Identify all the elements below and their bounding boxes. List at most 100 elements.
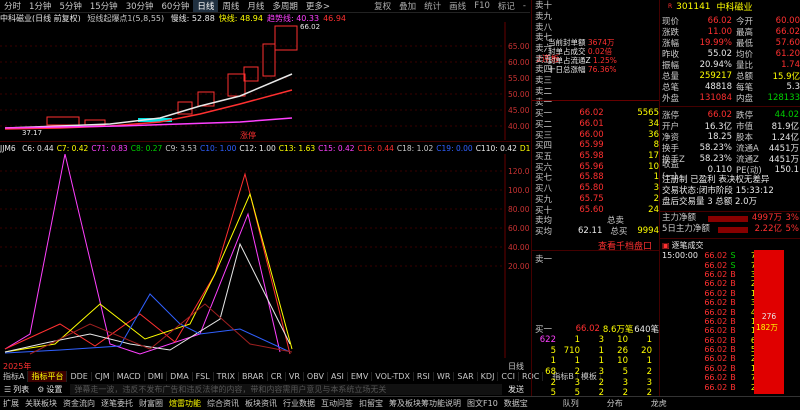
- indicator-chart[interactable]: 120.00 100.00 80.00 60.00 40.00 20.00: [0, 154, 530, 358]
- toolbar-action[interactable]: 叠加: [395, 0, 420, 12]
- footer-tab[interactable]: 煊雷功能: [166, 398, 204, 409]
- tick-row: 66.02B3: [704, 269, 756, 279]
- stats-row: 收益(一) 0.110 PE(动) 150.1: [662, 159, 799, 182]
- indicator-tab[interactable]: ASI: [328, 372, 348, 381]
- stock-code: 301141: [676, 1, 711, 12]
- indicator-tab[interactable]: DMA: [167, 372, 193, 381]
- ask-level[interactable]: 卖一: [532, 96, 659, 108]
- tick-row: 66.02B7: [704, 373, 756, 383]
- period-tab[interactable]: 月线: [243, 0, 268, 12]
- indicator-tab[interactable]: MACD: [114, 372, 145, 381]
- period-tab[interactable]: 分时: [0, 0, 25, 12]
- indicator-tab[interactable]: CCI: [498, 372, 519, 381]
- send-button[interactable]: 发送: [502, 384, 530, 395]
- footer-tab[interactable]: 行业数据: [280, 398, 318, 409]
- period-tab[interactable]: 1分钟: [25, 0, 55, 12]
- toolbar-action[interactable]: 画线: [445, 0, 470, 12]
- settings-button[interactable]: 设置: [46, 384, 70, 395]
- indicator-tab[interactable]: DDE: [67, 372, 92, 381]
- footer-tabs: 扩展 关联板块 资金流向 逐笔委托 财富圈 煊雷功能 综合资讯 板块资讯 行业数据 互动问答 扣留宝…: [0, 396, 800, 410]
- indicator-value: C9: 3.53: [165, 144, 197, 153]
- indicator-tab[interactable]: CJM: [92, 372, 114, 381]
- high-label: 66.02: [300, 23, 320, 31]
- indicator-tab[interactable]: OBV: [304, 372, 328, 381]
- axis-tick: 50.00: [508, 90, 530, 99]
- indicator-tab[interactable]: 指标平台: [28, 371, 68, 382]
- indicator-tab[interactable]: WR: [434, 372, 455, 381]
- quote-row: 总量 259217 总额 15.9亿: [662, 70, 800, 82]
- toolbar-action[interactable]: 标记: [494, 0, 519, 12]
- stats-row: 涨停 66.02 跌停 44.02: [662, 109, 799, 121]
- indicator-tab[interactable]: KDJ: [478, 372, 499, 381]
- period-tab[interactable]: 周线: [218, 0, 243, 12]
- quote-row: 涨跌 11.00 最高 66.02: [662, 26, 800, 38]
- period-tab[interactable]: 60分钟: [158, 0, 194, 12]
- indicator-tab[interactable]: RSI: [414, 372, 434, 381]
- indicator-tab[interactable]: SAR: [454, 372, 478, 381]
- footer-tab[interactable]: 资金流向: [60, 398, 98, 409]
- period-tab[interactable]: 更多>: [302, 0, 334, 12]
- ticks-icon: ▣: [662, 241, 670, 250]
- footer-tab[interactable]: 数据宝: [501, 398, 531, 409]
- indicator-name-jjm[interactable]: JJM6: [0, 144, 16, 153]
- period-tab[interactable]: 多周期: [268, 0, 302, 12]
- axis-tick: 40.00: [508, 243, 530, 252]
- period-tab[interactable]: 30分钟: [122, 0, 158, 12]
- indicator-tab[interactable]: FSL: [193, 372, 214, 381]
- footer-tab[interactable]: 关联板块: [22, 398, 60, 409]
- indicator-value: C71: 0.83: [91, 144, 128, 153]
- footer-tab[interactable]: 分布: [593, 398, 637, 409]
- footer-tab[interactable]: 图文F10: [464, 398, 501, 409]
- indicator-value: C16: 0.44: [357, 144, 394, 153]
- axis-tick: 20.00: [508, 262, 530, 271]
- indicator-tab[interactable]: EMV: [348, 372, 373, 381]
- footer-tab[interactable]: 筹及板块筹功能说明: [386, 398, 464, 409]
- axis-tick: 80.00: [508, 205, 530, 214]
- footer-tab[interactable]: 龙虎: [637, 398, 681, 409]
- tick-row: 66.02B1: [704, 326, 756, 336]
- footer-tab[interactable]: 板块资讯: [242, 398, 280, 409]
- gear-icon[interactable]: ⚙: [37, 385, 46, 394]
- indicator-value: D1: 3.74: [519, 144, 530, 153]
- indicator-tab[interactable]: VR: [286, 372, 304, 381]
- quote-panel: R 301141 中科磁业 现价 66.02 今开 60.00 涨跌 11.00 最高 66.…: [659, 0, 800, 396]
- indicator-tab[interactable]: VOL-TDX: [372, 372, 414, 381]
- indicator-tab[interactable]: DMI: [145, 372, 168, 381]
- toolbar-action[interactable]: -: [519, 1, 530, 11]
- list-button[interactable]: 列表: [13, 384, 37, 395]
- tick-row: 66.02B5: [704, 345, 756, 355]
- queue-row: 68 2 3 5 2: [545, 367, 652, 378]
- toolbar-action[interactable]: 复权: [370, 0, 395, 12]
- footer-tab[interactable]: 扣留宝: [356, 398, 386, 409]
- danmu-input[interactable]: 弹幕走一波，违反不发布广告和违反法律的内容，带和内容需用户意见与本系统立场无关: [70, 383, 502, 395]
- stock-name: 中科磁业: [716, 3, 753, 13]
- indicator-tab[interactable]: BRAR: [239, 372, 268, 381]
- toolbar-action[interactable]: 统计: [420, 0, 445, 12]
- indicator-tab[interactable]: 指标A: [0, 371, 29, 382]
- bid-level[interactable]: 买十 65.60 24: [532, 204, 659, 216]
- footer-tab[interactable]: 财富圈: [136, 398, 166, 409]
- indicator-tab[interactable]: CR: [268, 372, 286, 381]
- period-tab[interactable]: 15分钟: [86, 0, 122, 12]
- quote-row: 振幅 20.94% 量比 1.74: [662, 59, 800, 71]
- tick-row: 66.02B2: [704, 279, 756, 289]
- toolbar-action[interactable]: F10: [470, 1, 494, 11]
- ind-line-magenta: [4, 154, 281, 355]
- footer-tab[interactable]: 互动问答: [318, 398, 356, 409]
- footer-tab[interactable]: 逐笔委托: [98, 398, 136, 409]
- axis-tick: 60.00: [508, 224, 530, 233]
- menu-icon[interactable]: ☰: [0, 385, 13, 394]
- footer-tab[interactable]: 队列: [549, 398, 593, 409]
- indicator-value: C110: 0.42: [475, 144, 517, 153]
- queue-bid: 买一 66.02 8.6万笔 640笔 622 1 3 10 1 5 710 1 26 20 1 1 1…: [532, 324, 659, 399]
- period-tab[interactable]: 日线: [193, 0, 219, 12]
- period-tab[interactable]: 5分钟: [55, 0, 85, 12]
- footer-tab[interactable]: 综合资讯: [204, 398, 242, 409]
- indicator-tab[interactable]: TRIX: [214, 372, 239, 381]
- tick-row: 66.02B3: [704, 298, 756, 308]
- footer-tab[interactable]: 扩展: [0, 398, 22, 409]
- danmu-bar: ☰ 列表 ⚙ 设置 弹幕走一波，违反不发布广告和违反法律的内容，带和内容需用户意…: [0, 383, 530, 395]
- queue-panel: 卖一: [535, 255, 553, 266]
- queue-row: 1 1 1 10 1: [550, 356, 652, 367]
- price-chart[interactable]: 66.02 37.17 涨停 65.00 60.00 55.00 50.00 45.00…: [0, 22, 530, 140]
